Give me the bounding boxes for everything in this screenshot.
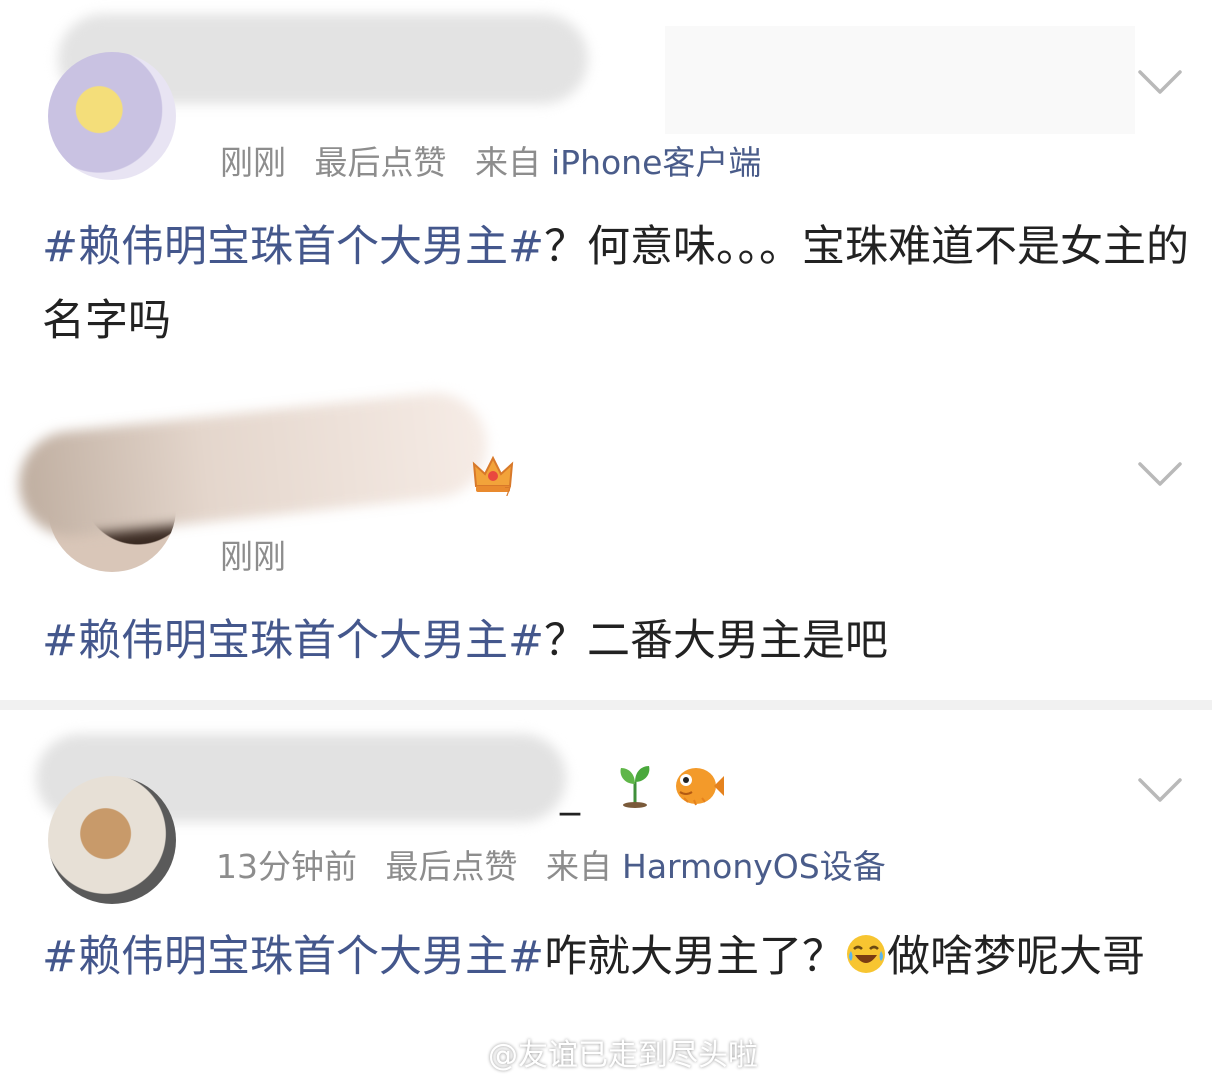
avatar[interactable]: [48, 776, 176, 904]
comment-meta: 刚刚: [220, 530, 304, 578]
chevron-down-icon[interactable]: [1136, 64, 1184, 98]
watermark: @友谊已走到尽头啦: [448, 1030, 758, 1074]
timestamp: 13分钟前: [216, 847, 357, 886]
crown-badge-icon: 7: [472, 455, 514, 498]
avatar[interactable]: [48, 52, 176, 180]
weibo-logo-icon: [448, 1039, 481, 1066]
username-tail: _: [560, 770, 580, 816]
watermark-text: @友谊已走到尽头啦: [488, 1038, 758, 1073]
comment-text: #赖伟明宝珠首个大男主#？二番大男主是吧: [42, 604, 1192, 678]
redacted-region: [665, 26, 1135, 134]
sprout-icon: [620, 766, 650, 808]
last-like-label: 最后点赞: [385, 847, 518, 886]
timestamp: 刚刚: [220, 143, 286, 182]
source-client: HarmonyOS设备: [622, 847, 886, 886]
pufferfish-icon: [676, 768, 724, 806]
from-label: 来自: [546, 847, 612, 886]
comment-text: #赖伟明宝珠首个大男主#咋就大男主了？ 做啥梦呢大哥: [42, 920, 1192, 994]
chevron-down-icon[interactable]: [1136, 456, 1184, 490]
divider: [0, 700, 1212, 710]
hashtag-link[interactable]: #赖伟明宝珠首个大男主#: [42, 222, 544, 272]
redacted-username: [13, 387, 493, 542]
comment-body: 咋就大男主了？: [544, 932, 846, 982]
source-client: iPhone客户端: [551, 143, 762, 182]
comment-card: _ 13分钟前 最后点赞 来自 HarmonyOS设备 #赖伟明宝珠首个大男主#咋…: [0, 710, 1212, 1080]
comment-card: 7 刚刚 #赖伟明宝珠首个大男主#？二番大男主是吧: [0, 372, 1212, 700]
timestamp: 刚刚: [220, 537, 286, 576]
comment-text: #赖伟明宝珠首个大男主#？何意味。。。宝珠难道不是女主的名字吗: [42, 210, 1192, 358]
comment-meta: 13分钟前 最后点赞 来自 HarmonyOS设备: [216, 840, 904, 888]
laugh-cry-emoji: [847, 935, 886, 973]
comment-meta: 刚刚 最后点赞 来自 iPhone客户端: [220, 136, 779, 184]
comment-body: ？二番大男主是吧: [544, 616, 889, 666]
hashtag-link[interactable]: #赖伟明宝珠首个大男主#: [42, 932, 544, 982]
comment-card: 刚刚 最后点赞 来自 iPhone客户端 #赖伟明宝珠首个大男主#？何意味。。。宝…: [0, 0, 1212, 372]
hashtag-link[interactable]: #赖伟明宝珠首个大男主#: [42, 616, 544, 666]
chevron-down-icon[interactable]: [1136, 772, 1184, 806]
comment-body-tail: 做啥梦呢大哥: [887, 932, 1146, 982]
from-label: 来自: [475, 143, 541, 182]
svg-text:7: 7: [504, 485, 512, 498]
last-like-label: 最后点赞: [314, 143, 447, 182]
